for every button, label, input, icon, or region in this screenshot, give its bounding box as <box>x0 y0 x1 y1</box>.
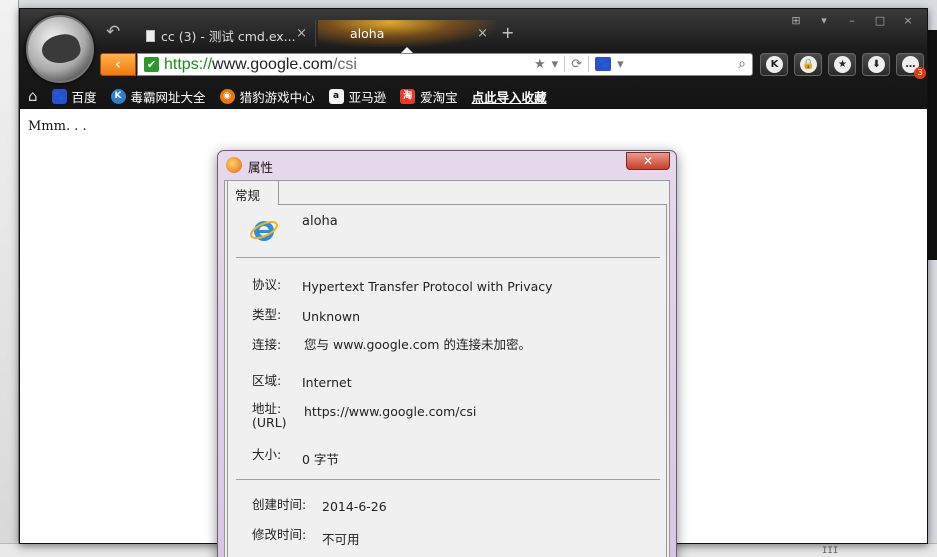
bookmark-star-icon[interactable]: ★ <box>534 57 546 72</box>
type-value: Unknown <box>302 309 361 324</box>
bookmark-liebao-games[interactable]: ◉ 猎豹游戏中心 <box>219 87 315 106</box>
protocol-label: 协议: <box>252 277 282 292</box>
kingsoft-button[interactable]: K <box>760 53 788 76</box>
tab-general[interactable]: 常规 <box>227 180 279 205</box>
bookmark-label: 爱淘宝 <box>420 89 458 105</box>
file-name: aloha <box>302 214 338 229</box>
url-scheme: https:// <box>164 56 213 73</box>
search-icon[interactable]: ⌕ <box>738 56 746 72</box>
url-text[interactable]: https://www.google.com/csi <box>164 56 357 74</box>
address-label: 地址: <box>252 401 282 416</box>
dialog-body: aloha 协议: Hypertext Transfer Protocol wi… <box>224 180 670 557</box>
back-button[interactable]: ‹ <box>100 53 136 76</box>
minimize-button[interactable]: – <box>841 13 863 29</box>
tab-strip: ↶ cc (3) - 测试 cmd.ex... × aloha × + ⊞ ▾ … <box>20 9 927 83</box>
url-path: /csi <box>332 56 357 73</box>
notification-badge: 3 <box>914 67 926 79</box>
type-label: 类型: <box>252 307 282 322</box>
toolbar-right: K 🔒 ★ ⬇ … 3 <box>760 53 926 79</box>
tab-close-button[interactable]: × <box>296 26 307 41</box>
divider <box>564 56 566 72</box>
connection-value: 您与 www.google.com 的连接未加密。 <box>304 337 531 352</box>
download-button[interactable]: ⬇ <box>862 53 890 76</box>
url-host: www.google.com <box>212 56 333 73</box>
refresh-icon[interactable]: ⟳ <box>571 57 582 72</box>
zone-label: 区域: <box>252 373 282 388</box>
kingsoft-icon: K <box>766 56 783 73</box>
document-icon <box>146 30 155 42</box>
amazon-icon: a <box>328 88 344 104</box>
tab-label: cc (3) - 测试 cmd.ex... <box>161 29 296 44</box>
lock-icon: 🔒 <box>800 56 817 73</box>
taobao-icon: 淘 <box>400 88 416 104</box>
skin-icon[interactable]: ▾ <box>813 13 835 29</box>
desktop-background-right <box>927 30 937 260</box>
bookmark-baidu[interactable]: 🐾 百度 <box>51 87 97 106</box>
protocol-value: Hypertext Transfer Protocol with Privacy <box>302 279 553 294</box>
baidu-paw-icon: 🐾 <box>51 88 67 104</box>
undo-close-tab-icon[interactable]: ↶ <box>106 22 120 42</box>
bookmark-amazon[interactable]: a 亚马逊 <box>328 87 387 106</box>
tab-cmd[interactable]: cc (3) - 测试 cmd.ex... × <box>136 20 316 47</box>
download-icon: ⬇ <box>868 56 885 73</box>
address-tools: ★ ▾ ⟳ 🐾 ▾ <box>534 56 624 72</box>
window-controls: ⊞ ▾ – □ × <box>785 13 919 29</box>
internet-explorer-icon <box>250 220 278 241</box>
bookmarks-bar: ⌂ 🐾 百度 K 毒霸网址大全 ◉ 猎豹游戏中心 a 亚马逊 淘爱淘宝 点此导入收藏 <box>20 85 927 107</box>
tab-label: aloha <box>350 26 385 41</box>
import-bookmarks-link[interactable]: 点此导入收藏 <box>472 87 547 106</box>
bookmark-duba[interactable]: K 毒霸网址大全 <box>110 87 206 106</box>
page-body-text: Mmm. . . <box>28 119 87 134</box>
modified-label: 修改时间: <box>252 527 307 542</box>
desktop-background-left <box>0 0 19 557</box>
address-label-url: (URL) <box>252 415 287 430</box>
tab-close-button[interactable]: × <box>477 26 488 41</box>
favorites-button[interactable]: ★ <box>828 53 856 76</box>
home-icon[interactable]: ⌂ <box>28 87 38 105</box>
star-icon: ★ <box>834 56 851 73</box>
created-label: 创建时间: <box>252 497 307 512</box>
bookmark-label: 百度 <box>71 89 97 105</box>
navigation-bar: ‹ ✔ https://www.google.com/csi ★ ▾ ⟳ 🐾 ▾… <box>20 53 927 79</box>
bookmark-label: 亚马逊 <box>348 89 387 105</box>
search-engine-dropdown-icon[interactable]: ▾ <box>617 57 624 72</box>
zone-value: Internet <box>302 375 352 390</box>
address-bar[interactable]: ✔ https://www.google.com/csi ★ ▾ ⟳ 🐾 ▾ ⌕ <box>137 53 753 76</box>
divider <box>236 257 660 258</box>
new-tab-button[interactable]: + <box>501 23 514 42</box>
liebao-app-icon <box>226 157 242 173</box>
search-engine-baidu-icon[interactable]: 🐾 <box>595 57 612 71</box>
dropdown-icon[interactable]: ▾ <box>552 57 559 72</box>
security-button[interactable]: 🔒 <box>794 53 822 76</box>
dialog-title: 属性 <box>248 160 274 175</box>
browser-chrome: ↶ cc (3) - 测试 cmd.ex... × aloha × + ⊞ ▾ … <box>20 9 927 109</box>
bookmark-taobao[interactable]: 淘爱淘宝 <box>400 87 458 106</box>
tab-aloha[interactable]: aloha × <box>318 20 496 47</box>
menu-button[interactable]: … 3 <box>896 53 926 79</box>
close-window-button[interactable]: × <box>897 13 919 29</box>
dialog-close-button[interactable]: ✕ <box>626 152 670 170</box>
connection-label: 连接: <box>252 337 282 352</box>
divider <box>588 56 590 72</box>
address-value: https://www.google.com/csi <box>304 404 477 419</box>
created-value: 2014-6-26 <box>322 499 387 514</box>
bookmark-label: 毒霸网址大全 <box>130 89 206 105</box>
kingsoft-k-icon: K <box>110 88 126 104</box>
liebao-logo-icon[interactable] <box>26 15 94 83</box>
size-value: 0 字节 <box>302 452 339 467</box>
maximize-button[interactable]: □ <box>869 13 891 29</box>
general-panel: aloha 协议: Hypertext Transfer Protocol wi… <box>227 204 667 557</box>
liebao-game-icon: ◉ <box>219 88 235 104</box>
bookmark-label: 猎豹游戏中心 <box>239 89 315 105</box>
properties-dialog: 属性 ✕ aloha 协议: Hypertext Transfer Protoc… <box>217 150 677 557</box>
grid-icon[interactable]: ⊞ <box>785 13 807 29</box>
modified-value: 不可用 <box>322 532 360 547</box>
background-scroll-grip: III <box>822 546 839 556</box>
divider <box>236 479 660 480</box>
size-label: 大小: <box>252 447 282 462</box>
secure-check-icon[interactable]: ✔ <box>144 57 159 72</box>
